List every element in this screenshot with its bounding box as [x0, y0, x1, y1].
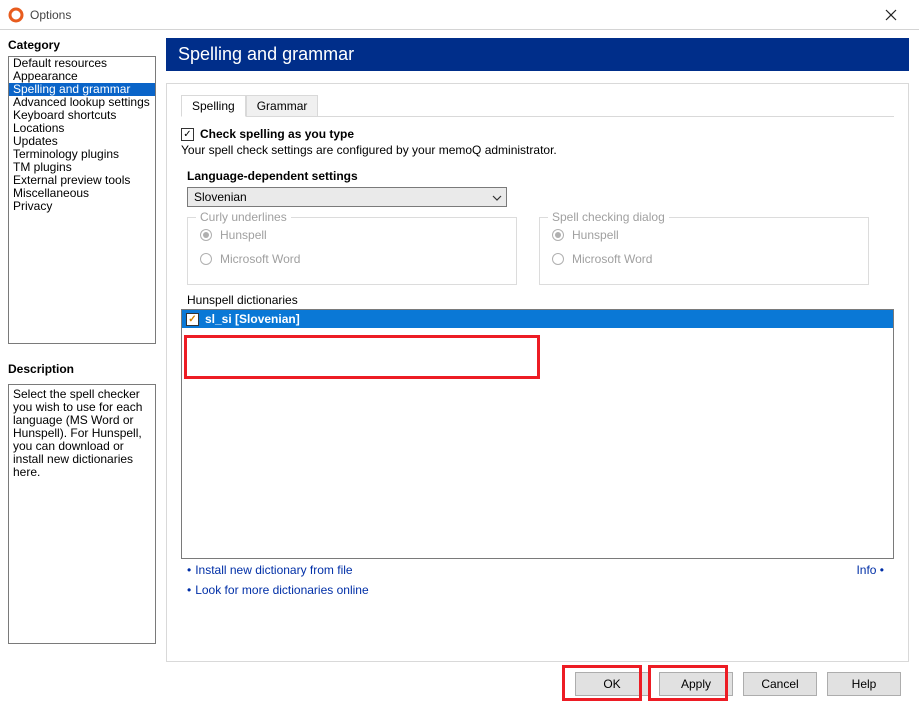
tab-spelling[interactable]: Spelling: [181, 95, 246, 117]
radio-icon: [552, 253, 564, 265]
hunspell-dict-label: Hunspell dictionaries: [187, 293, 894, 307]
radio-icon: [200, 253, 212, 265]
check-spelling-checkbox[interactable]: ✓: [181, 128, 194, 141]
check-spelling-label: Check spelling as you type: [200, 127, 354, 141]
radio-icon: [552, 229, 564, 241]
left-pane: Category Default resources Appearance Sp…: [0, 30, 160, 662]
tabs: Spelling Grammar: [181, 94, 894, 117]
dict-checkbox[interactable]: ✓: [186, 313, 199, 326]
page-title: Spelling and grammar: [166, 38, 909, 71]
more-dicts-link[interactable]: Look for more dictionaries online: [195, 583, 368, 597]
radio-icon: [200, 229, 212, 241]
language-select[interactable]: Slovenian: [187, 187, 507, 207]
help-button[interactable]: Help: [827, 672, 901, 696]
cancel-button[interactable]: Cancel: [743, 672, 817, 696]
description-box: Select the spell checker you wish to use…: [8, 384, 156, 644]
language-selected: Slovenian: [194, 190, 247, 204]
titlebar: Options: [0, 0, 919, 30]
close-button[interactable]: [871, 1, 911, 29]
radio-hunspell-curly[interactable]: Hunspell: [200, 228, 504, 242]
check-spelling-row[interactable]: ✓ Check spelling as you type: [181, 127, 894, 141]
radio-hunspell-dialog[interactable]: Hunspell: [552, 228, 856, 242]
category-label: Category: [8, 38, 156, 52]
dict-label: sl_si [Slovenian]: [205, 312, 300, 326]
category-item[interactable]: Privacy: [9, 200, 155, 213]
radio-label: Hunspell: [220, 228, 267, 242]
dialog-footer: OK Apply Cancel Help: [0, 662, 919, 706]
dictionary-list[interactable]: ✓ sl_si [Slovenian]: [181, 309, 894, 559]
install-dict-link[interactable]: Install new dictionary from file: [195, 563, 352, 577]
right-pane: Spelling and grammar Spelling Grammar ✓ …: [160, 30, 919, 662]
spellcheck-dialog-group: Spell checking dialog Hunspell Microsoft…: [539, 217, 869, 285]
settings-panel: Spelling Grammar ✓ Check spelling as you…: [166, 83, 909, 662]
admin-note: Your spell check settings are configured…: [181, 143, 894, 157]
dictionary-item[interactable]: ✓ sl_si [Slovenian]: [182, 310, 893, 328]
radio-msword-dialog[interactable]: Microsoft Word: [552, 252, 856, 266]
category-list[interactable]: Default resources Appearance Spelling an…: [8, 56, 156, 344]
info-link[interactable]: Info •: [856, 563, 888, 577]
window-title: Options: [30, 8, 871, 22]
radio-label: Hunspell: [572, 228, 619, 242]
radio-label: Microsoft Word: [572, 252, 652, 266]
radio-msword-curly[interactable]: Microsoft Word: [200, 252, 504, 266]
chevron-down-icon: [492, 192, 502, 206]
curly-underlines-group: Curly underlines Hunspell Microsoft Word: [187, 217, 517, 285]
description-label: Description: [8, 362, 156, 376]
curly-legend: Curly underlines: [196, 210, 291, 224]
radio-label: Microsoft Word: [220, 252, 300, 266]
app-icon: [8, 7, 24, 23]
ok-button[interactable]: OK: [575, 672, 649, 696]
lang-settings-label: Language-dependent settings: [187, 169, 894, 183]
dialog-legend: Spell checking dialog: [548, 210, 669, 224]
tab-grammar[interactable]: Grammar: [246, 95, 319, 117]
apply-button[interactable]: Apply: [659, 672, 733, 696]
